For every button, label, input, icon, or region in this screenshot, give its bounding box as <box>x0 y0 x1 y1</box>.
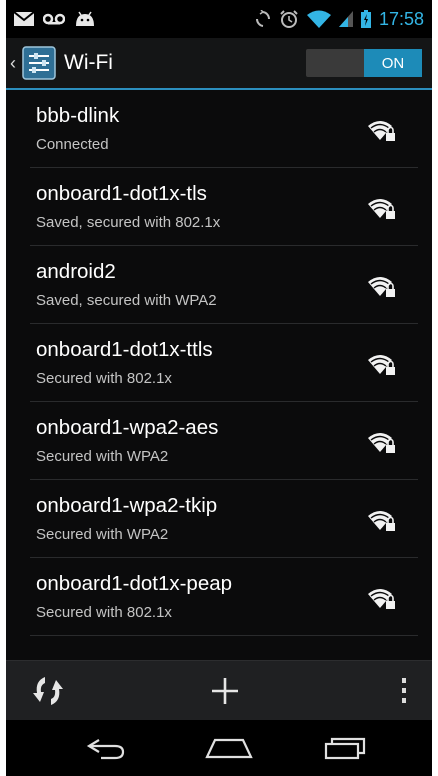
alarm-icon <box>280 10 298 28</box>
wps-icon <box>33 677 63 705</box>
battery-icon <box>360 10 371 28</box>
network-status: Connected <box>36 136 109 153</box>
clock: 17:58 <box>378 8 424 29</box>
network-ssid: android2 <box>36 260 116 283</box>
navigation-bar <box>6 720 432 776</box>
phone-screen: 17:58 ‹ Wi-Fi ON bbb-dlink Connected onb… <box>6 0 432 776</box>
voicemail-icon <box>43 13 65 25</box>
wifi-lock-icon <box>368 355 395 375</box>
wifi-lock-icon <box>368 433 395 453</box>
wifi-lock-icon <box>368 199 395 219</box>
sync-icon <box>255 10 270 27</box>
settings-app-icon[interactable] <box>22 46 56 80</box>
wifi-lock-icon <box>368 511 395 531</box>
page-title: Wi-Fi <box>64 51 113 74</box>
network-ssid: onboard1-wpa2-aes <box>36 416 219 439</box>
network-status: Secured with 802.1x <box>36 370 172 387</box>
network-row[interactable]: bbb-dlink Connected <box>30 90 418 168</box>
mail-icon <box>14 12 34 26</box>
android-icon <box>76 11 94 26</box>
add-icon <box>212 678 238 704</box>
network-status: Secured with WPA2 <box>36 448 169 465</box>
network-row[interactable]: onboard1-dot1x-tls Saved, secured with 8… <box>30 168 418 246</box>
home-button[interactable] <box>189 720 269 776</box>
recents-icon <box>324 737 366 760</box>
wps-button[interactable] <box>20 661 76 721</box>
overflow-menu-button[interactable] <box>384 661 424 721</box>
overflow-menu-icon <box>402 678 406 703</box>
wifi-toggle[interactable]: ON <box>306 49 422 77</box>
up-caret-icon[interactable]: ‹ <box>10 53 18 74</box>
network-row[interactable]: onboard1-dot1x-peap Secured with 802.1x <box>30 558 418 636</box>
back-icon <box>86 739 125 760</box>
network-status: Saved, secured with WPA2 <box>36 292 217 309</box>
network-row[interactable]: android2 Saved, secured with WPA2 <box>30 246 418 324</box>
bottom-action-bar <box>6 660 432 720</box>
wifi-network-list: bbb-dlink Connected onboard1-dot1x-tls S… <box>6 90 432 660</box>
wifi-signal-icon <box>306 10 331 28</box>
network-ssid: onboard1-dot1x-ttls <box>36 338 213 361</box>
toggle-on-label: ON <box>364 49 422 77</box>
network-ssid: bbb-dlink <box>36 104 120 127</box>
action-bar: ‹ Wi-Fi ON <box>6 38 432 90</box>
home-icon <box>205 738 253 759</box>
wifi-lock-icon <box>368 277 395 297</box>
add-network-button[interactable] <box>197 661 253 721</box>
network-ssid: onboard1-dot1x-tls <box>36 182 207 205</box>
status-bar: 17:58 <box>6 0 432 38</box>
network-status: Secured with 802.1x <box>36 604 172 621</box>
network-ssid: onboard1-dot1x-peap <box>36 572 233 595</box>
network-row[interactable]: onboard1-wpa2-tkip Secured with WPA2 <box>30 480 418 558</box>
network-status: Saved, secured with 802.1x <box>36 214 221 231</box>
cell-signal-icon <box>338 11 353 27</box>
back-button[interactable] <box>66 720 146 776</box>
recents-button[interactable] <box>306 720 386 776</box>
network-ssid: onboard1-wpa2-tkip <box>36 494 218 517</box>
wifi-lock-icon <box>368 121 395 141</box>
wifi-lock-icon <box>368 589 395 609</box>
network-status: Secured with WPA2 <box>36 526 169 543</box>
network-row[interactable]: onboard1-wpa2-aes Secured with WPA2 <box>30 402 418 480</box>
network-row[interactable]: onboard1-dot1x-ttls Secured with 802.1x <box>30 324 418 402</box>
